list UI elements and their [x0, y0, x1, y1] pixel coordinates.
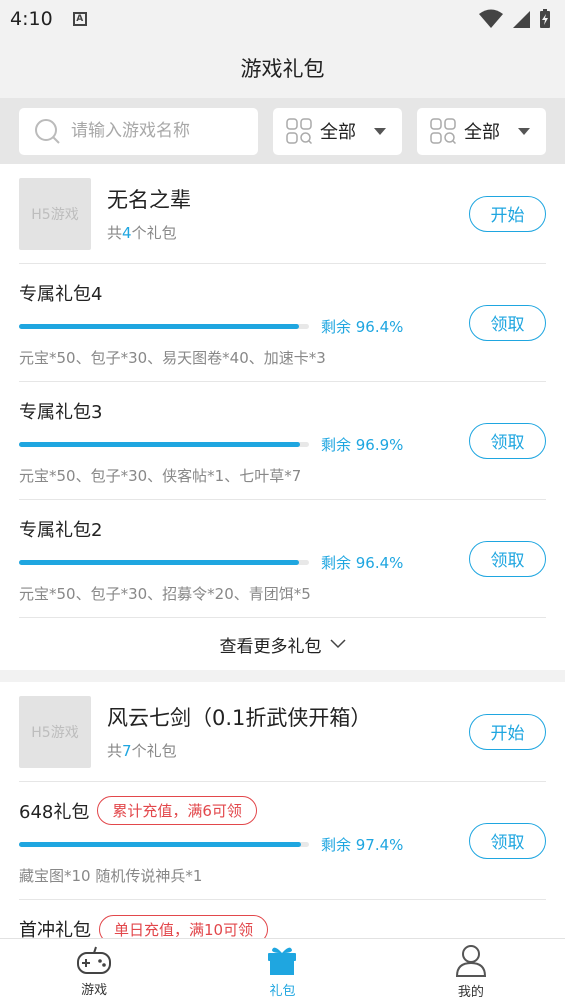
- nav-label-gifts: 礼包: [269, 984, 296, 999]
- remain-label: 剩余 96.4%: [321, 317, 404, 336]
- search-icon: [35, 119, 60, 144]
- remain-label: 剩余 96.9%: [321, 435, 404, 454]
- start-button[interactable]: 开始: [469, 195, 546, 232]
- claim-button[interactable]: 领取: [469, 822, 546, 859]
- start-button[interactable]: 开始: [469, 713, 546, 750]
- game-card: H5游戏 无名之辈 共4个礼包 开始 专属礼包4 剩余 96.4% 元宝*50、…: [0, 164, 565, 670]
- gift-row: 专属礼包3 剩余 96.9% 元宝*50、包子*30、侠客帖*1、七叶草*7 领…: [19, 382, 546, 500]
- gift-title: 专属礼包2: [19, 519, 103, 541]
- claim-button[interactable]: 领取: [469, 422, 546, 459]
- nav-item-me[interactable]: 我的: [377, 939, 565, 1004]
- notification-a-icon: A: [72, 12, 87, 26]
- game-thumbnail[interactable]: H5游戏: [19, 177, 91, 250]
- gift-title: 648礼包: [19, 801, 90, 823]
- status-time: 4:10: [10, 8, 53, 30]
- claim-button[interactable]: 领取: [469, 540, 546, 577]
- category-dropdown-1[interactable]: 全部: [273, 107, 402, 155]
- grid-icon: [286, 118, 312, 144]
- gift-row: 专属礼包2 剩余 96.4% 元宝*50、包子*30、招募令*20、青团饵*5 …: [19, 500, 546, 618]
- gift-contents: 藏宝图*10 随机传说神兵*1: [19, 866, 203, 885]
- grid-icon: [430, 118, 456, 144]
- nav-item-gifts[interactable]: 礼包: [188, 939, 376, 1004]
- gift-contents: 元宝*50、包子*30、招募令*20、青团饵*5: [19, 584, 311, 603]
- gamepad-icon: [77, 946, 112, 974]
- wifi-icon: [479, 9, 503, 28]
- gift-row: 648礼包 累计充值，满6可领 剩余 97.4% 藏宝图*10 随机传说神兵*1…: [19, 782, 546, 900]
- nav-label-games: 游戏: [81, 983, 108, 998]
- view-more-label: 查看更多礼包: [219, 636, 322, 657]
- gift-row: 专属礼包4 剩余 96.4% 元宝*50、包子*30、易天图卷*40、加速卡*3…: [19, 264, 546, 382]
- game-thumbnail[interactable]: H5游戏: [19, 695, 91, 768]
- nav-label-me: 我的: [457, 985, 484, 1000]
- page-title: 游戏礼包: [0, 38, 565, 98]
- game-header: H5游戏 风云七剑（0.1折武侠开箱） 共7个礼包 开始: [19, 682, 546, 782]
- condition-tag: 单日充值，满10可领: [99, 914, 269, 938]
- battery-icon: [540, 9, 550, 28]
- dropdown-2-value: 全部: [464, 122, 500, 143]
- nav-item-games[interactable]: 游戏: [0, 939, 188, 1004]
- dropdown-1-value: 全部: [320, 122, 356, 143]
- gift-contents: 元宝*50、包子*30、易天图卷*40、加速卡*3: [19, 348, 326, 367]
- user-icon: [455, 945, 486, 977]
- gift-title: 专属礼包4: [19, 283, 103, 305]
- status-bar: 4:10 A: [0, 0, 565, 38]
- gift-count: 共4个礼包: [107, 224, 177, 242]
- filter-bar: 全部 全部: [0, 98, 565, 164]
- condition-tag: 累计充值，满6可领: [97, 796, 257, 825]
- remain-progress-bar: [19, 559, 309, 565]
- gift-list[interactable]: H5游戏 无名之辈 共4个礼包 开始 专属礼包4 剩余 96.4% 元宝*50、…: [0, 164, 565, 938]
- claim-button[interactable]: 领取: [469, 304, 546, 341]
- remain-progress-bar: [19, 841, 309, 847]
- game-card: H5游戏 风云七剑（0.1折武侠开箱） 共7个礼包 开始 648礼包 累计充值，…: [0, 682, 565, 938]
- remain-label: 剩余 97.4%: [321, 835, 404, 854]
- gift-count: 共7个礼包: [107, 742, 177, 760]
- gift-icon: [268, 947, 297, 975]
- game-header: H5游戏 无名之辈 共4个礼包 开始: [19, 164, 546, 264]
- game-name: 风云七剑（0.1折武侠开箱）: [107, 706, 372, 730]
- remain-progress-bar: [19, 441, 309, 447]
- gift-contents: 元宝*50、包子*30、侠客帖*1、七叶草*7: [19, 466, 302, 485]
- gift-title: 首冲礼包: [19, 920, 91, 938]
- chevron-down-icon: [518, 127, 530, 135]
- chevron-down-icon: [374, 127, 386, 135]
- bottom-nav: 游戏 礼包 我的: [0, 938, 565, 1004]
- remain-progress-bar: [19, 323, 309, 329]
- view-more-gifts[interactable]: 查看更多礼包: [19, 618, 546, 670]
- gift-row: 首冲礼包 单日充值，满10可领: [19, 900, 546, 938]
- search-box[interactable]: [19, 107, 258, 155]
- category-dropdown-2[interactable]: 全部: [417, 107, 546, 155]
- signal-icon: [513, 11, 530, 28]
- search-input[interactable]: [71, 121, 241, 141]
- game-name: 无名之辈: [107, 188, 191, 212]
- chevron-down-icon: [329, 639, 346, 649]
- remain-label: 剩余 96.4%: [321, 553, 404, 572]
- gift-title: 专属礼包3: [19, 401, 103, 423]
